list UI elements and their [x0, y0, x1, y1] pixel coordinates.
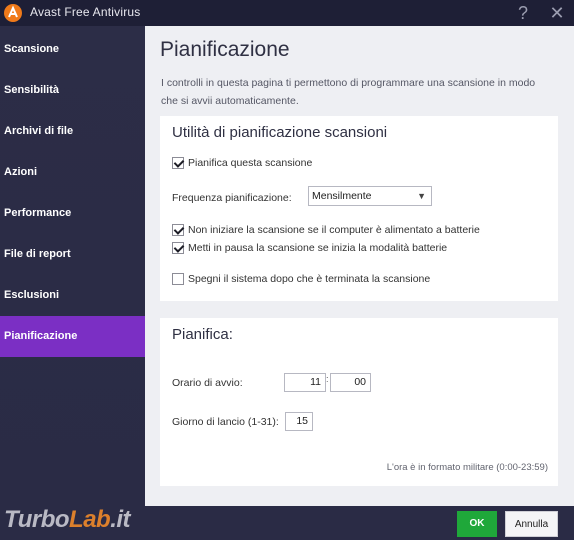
minute-input[interactable]: 00 — [330, 373, 371, 392]
title-bar: Avast Free Antivirus ? ✕ — [0, 0, 574, 26]
sidebar-item-scansione[interactable]: Scansione — [0, 29, 145, 70]
battery-row: Non iniziare la scansione se il computer… — [172, 223, 480, 237]
close-button[interactable]: ✕ — [544, 0, 570, 26]
shutdown-checkbox[interactable] — [172, 273, 184, 285]
page-description: I controlli in questa pagina ti permetto… — [161, 77, 536, 107]
military-time-note: L'ora è in formato militare (0:00-23:59) — [386, 462, 548, 473]
schedule-checkbox-label: Pianifica questa scansione — [188, 157, 313, 169]
shutdown-row: Spegni il sistema dopo che è terminata l… — [172, 272, 430, 286]
sidebar: Scansione Sensibilità Archivi di file Az… — [0, 26, 145, 506]
sidebar-item-archivi-di-file[interactable]: Archivi di file — [0, 111, 145, 152]
sidebar-item-azioni[interactable]: Azioni — [0, 152, 145, 193]
pause-checkbox[interactable] — [172, 242, 184, 254]
schedule-card: Pianifica: Orario di avvio: 11 : 00 Gior… — [160, 318, 558, 486]
schedule-row: Pianifica questa scansione — [172, 156, 312, 170]
schedule-card-title: Pianifica: — [172, 326, 233, 343]
day-label: Giorno di lancio (1-31): — [172, 416, 279, 428]
bottom-bar: TurboLab.it OK Annulla — [0, 506, 574, 540]
sidebar-item-file-di-report[interactable]: File di report — [0, 234, 145, 275]
sidebar-item-esclusioni[interactable]: Esclusioni — [0, 275, 145, 316]
schedule-checkbox[interactable] — [172, 157, 184, 169]
day-input[interactable]: 15 — [285, 412, 313, 431]
frequency-select-value: Mensilmente — [312, 190, 372, 202]
start-time-label: Orario di avvio: — [172, 377, 243, 389]
sidebar-item-pianificazione[interactable]: Pianificazione — [0, 316, 145, 357]
frequency-label: Frequenza pianificazione: — [172, 192, 292, 204]
main-panel: Pianificazione I controlli in questa pag… — [145, 26, 574, 506]
time-separator: : — [326, 374, 329, 384]
hour-input[interactable]: 11 — [284, 373, 326, 392]
app-title: Avast Free Antivirus — [30, 5, 141, 19]
chevron-down-icon: ▼ — [417, 191, 426, 201]
shutdown-checkbox-label: Spegni il sistema dopo che è terminata l… — [188, 273, 431, 285]
watermark-logo: TurboLab.it — [4, 506, 131, 533]
cancel-button[interactable]: Annulla — [505, 511, 558, 537]
battery-checkbox-label: Non iniziare la scansione se il computer… — [188, 224, 480, 236]
pause-row: Metti in pausa la scansione se inizia la… — [172, 241, 447, 255]
help-button[interactable]: ? — [510, 0, 536, 26]
pause-checkbox-label: Metti in pausa la scansione se inizia la… — [188, 242, 448, 254]
sidebar-item-performance[interactable]: Performance — [0, 193, 145, 234]
utility-card-title: Utilità di pianificazione scansioni — [172, 124, 388, 141]
frequency-select[interactable]: Mensilmente ▼ — [308, 186, 432, 206]
sidebar-item-sensibilita[interactable]: Sensibilità — [0, 70, 145, 111]
avast-logo-icon — [4, 4, 22, 22]
battery-checkbox[interactable] — [172, 224, 184, 236]
page-title: Pianificazione — [160, 38, 290, 61]
utility-card: Utilità di pianificazione scansioni Pian… — [160, 116, 558, 301]
ok-button[interactable]: OK — [457, 511, 497, 537]
